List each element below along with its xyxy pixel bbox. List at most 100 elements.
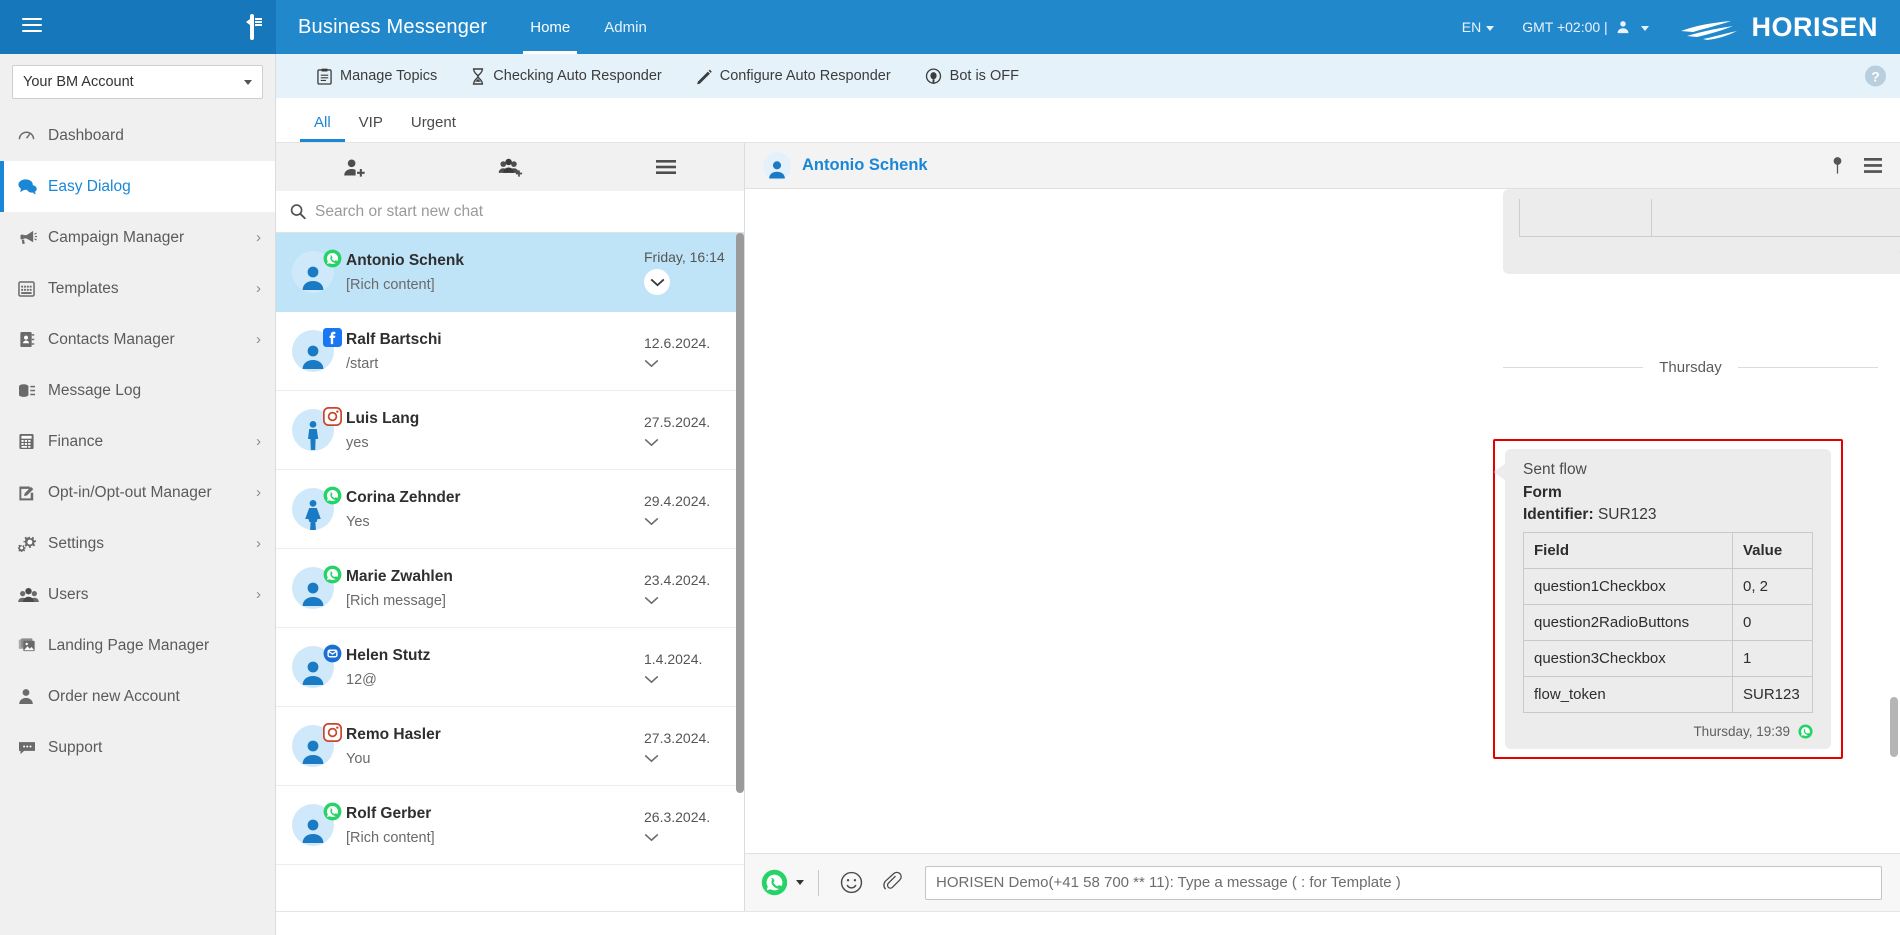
sidebar-item-settings[interactable]: Settings › [0,518,275,569]
add-contact-icon[interactable] [276,158,432,177]
main-content: Manage Topics Checking Auto Responder Co… [276,54,1900,935]
workspace: Antonio Schenk [Rich content] Friday, 16… [276,142,1900,911]
message-input-box [925,866,1882,900]
chevron-down-icon[interactable] [644,596,670,605]
paperclip-icon[interactable] [872,871,911,894]
chevron-right-icon: › [256,586,261,603]
day-divider-label: Thursday [1643,359,1738,376]
flow-identifier-label: Identifier: [1523,506,1594,523]
chat-item-time: 26.3.2024. [644,809,730,825]
language-selector[interactable]: EN [1448,19,1508,35]
top-nav-admin[interactable]: Admin [587,0,664,54]
sidebar-item-contacts-manager[interactable]: Contacts Manager › [0,314,275,365]
chat-list-item-ralf-bartschi[interactable]: Ralf Bartschi /start 12.6.2024. [276,312,744,391]
sidebar-item-users[interactable]: Users › [0,569,275,620]
manage-topics-button[interactable]: Manage Topics [300,68,454,85]
truncated-table [1519,199,1900,237]
chat-item-name: Ralf Bartschi [346,331,632,349]
conversation-scrollbar[interactable] [1890,697,1898,757]
hamburger-icon[interactable] [22,14,42,40]
chevron-down-icon[interactable] [644,359,670,368]
action-bar: Manage Topics Checking Auto Responder Co… [276,54,1900,98]
sidebar-item-dashboard[interactable]: Dashboard [0,110,275,161]
checking-auto-responder-button[interactable]: Checking Auto Responder [454,68,678,85]
chevron-down-icon[interactable] [644,517,670,526]
sidebar-item-order-new-account[interactable]: Order new Account [0,671,275,722]
chat-list-item-helen-stutz[interactable]: Helen Stutz 12@ 1.4.2024. [276,628,744,707]
sidebar-nav: Dashboard Easy Dialog Campaign Manager › [0,110,275,935]
sidebar-item-landing-page-manager[interactable]: Landing Page Manager [0,620,275,671]
flow-fields-table: Field Value question1Checkbox 0, 2 [1523,532,1813,713]
chevron-down-icon[interactable] [644,269,670,295]
sidebar-item-label: Order new Account [48,688,261,706]
field-name: question3Checkbox [1524,641,1733,677]
chat-list-item-remo-hasler[interactable]: Remo Hasler You 27.3.2024. [276,707,744,786]
conversation-header-icons [1833,156,1882,175]
top-nav-home[interactable]: Home [513,0,587,54]
pin-icon[interactable] [1833,156,1842,175]
chat-list-item-luis-lang[interactable]: Luis Lang yes 27.5.2024. [276,391,744,470]
chevron-right-icon: › [256,229,261,246]
whatsapp-icon [323,249,342,268]
conversation-panel: Antonio Schenk [745,143,1900,911]
tab-all[interactable]: All [300,114,345,142]
sidebar-item-campaign-manager[interactable]: Campaign Manager › [0,212,275,263]
body: Your BM Account Dashboard Easy Dialog [0,54,1900,935]
sidebar-item-support[interactable]: Support [0,722,275,773]
chat-list-scrollbar[interactable] [736,233,744,793]
emoji-icon[interactable] [831,871,872,894]
avatar [292,567,334,609]
menu-icon[interactable] [1864,158,1882,173]
timezone-user-menu[interactable]: GMT +02:00 | [1508,19,1663,35]
sidebar-item-label: Dashboard [48,127,261,145]
chat-item-preview: 12@ [346,672,632,688]
search-input[interactable] [315,203,730,221]
account-selector-wrap: Your BM Account [0,54,275,110]
sidebar-item-optin-optout-manager[interactable]: Opt-in/Opt-out Manager › [0,467,275,518]
collapse-sidebar-icon[interactable] [250,17,254,37]
chat-bubbles-icon [18,178,48,195]
account-selector[interactable]: Your BM Account [12,65,263,99]
sidebar-item-easy-dialog[interactable]: Easy Dialog [0,161,275,212]
avatar [292,725,334,767]
configure-auto-responder-button[interactable]: Configure Auto Responder [679,68,908,85]
chat-item-time: 27.5.2024. [644,414,730,430]
sidebar-item-templates[interactable]: Templates › [0,263,275,314]
pencil-icon [696,68,712,85]
tab-urgent[interactable]: Urgent [397,114,470,142]
sidebar-item-finance[interactable]: Finance › [0,416,275,467]
chevron-down-icon[interactable] [644,675,670,684]
field-value: 1 [1733,641,1813,677]
avatar [292,646,334,688]
chat-item-name: Remo Hasler [346,726,632,744]
message-input[interactable] [936,874,1871,891]
avatar [292,251,334,293]
person-icon [1616,20,1630,34]
chat-list-item-corina-zehnder[interactable]: Corina Zehnder Yes 29.4.2024. [276,470,744,549]
help-icon[interactable]: ? [1865,66,1886,87]
tab-vip[interactable]: VIP [345,114,397,142]
bot-toggle-button[interactable]: Bot is OFF [908,68,1036,85]
chevron-down-icon[interactable] [644,833,670,842]
chevron-down-icon[interactable] [644,438,670,447]
avatar [292,409,334,451]
chat-item-meta: 23.4.2024. [644,572,730,605]
sidebar-item-message-log[interactable]: Message Log [0,365,275,416]
chat-item-text: Remo Hasler You [346,726,632,767]
add-group-icon[interactable] [432,158,588,177]
channel-picker[interactable] [761,869,818,896]
whatsapp-icon [323,486,342,505]
chevron-down-icon [1486,26,1494,31]
table-header-row: Field Value [1524,533,1813,569]
chat-item-time: 1.4.2024. [644,651,730,667]
whatsapp-icon [323,802,342,821]
chat-list-item-antonio-schenk[interactable]: Antonio Schenk [Rich content] Friday, 16… [276,233,744,312]
avatar [292,804,334,846]
day-divider: Thursday [1503,359,1878,376]
chat-list-item-rolf-gerber[interactable]: Rolf Gerber [Rich content] 26.3.2024. [276,786,744,865]
list-menu-icon[interactable] [588,159,744,175]
message-composer [745,853,1900,911]
chat-list-item-marie-zwahlen[interactable]: Marie Zwahlen [Rich message] 23.4.2024. [276,549,744,628]
images-stack-icon [18,637,48,654]
chevron-down-icon[interactable] [644,754,670,763]
